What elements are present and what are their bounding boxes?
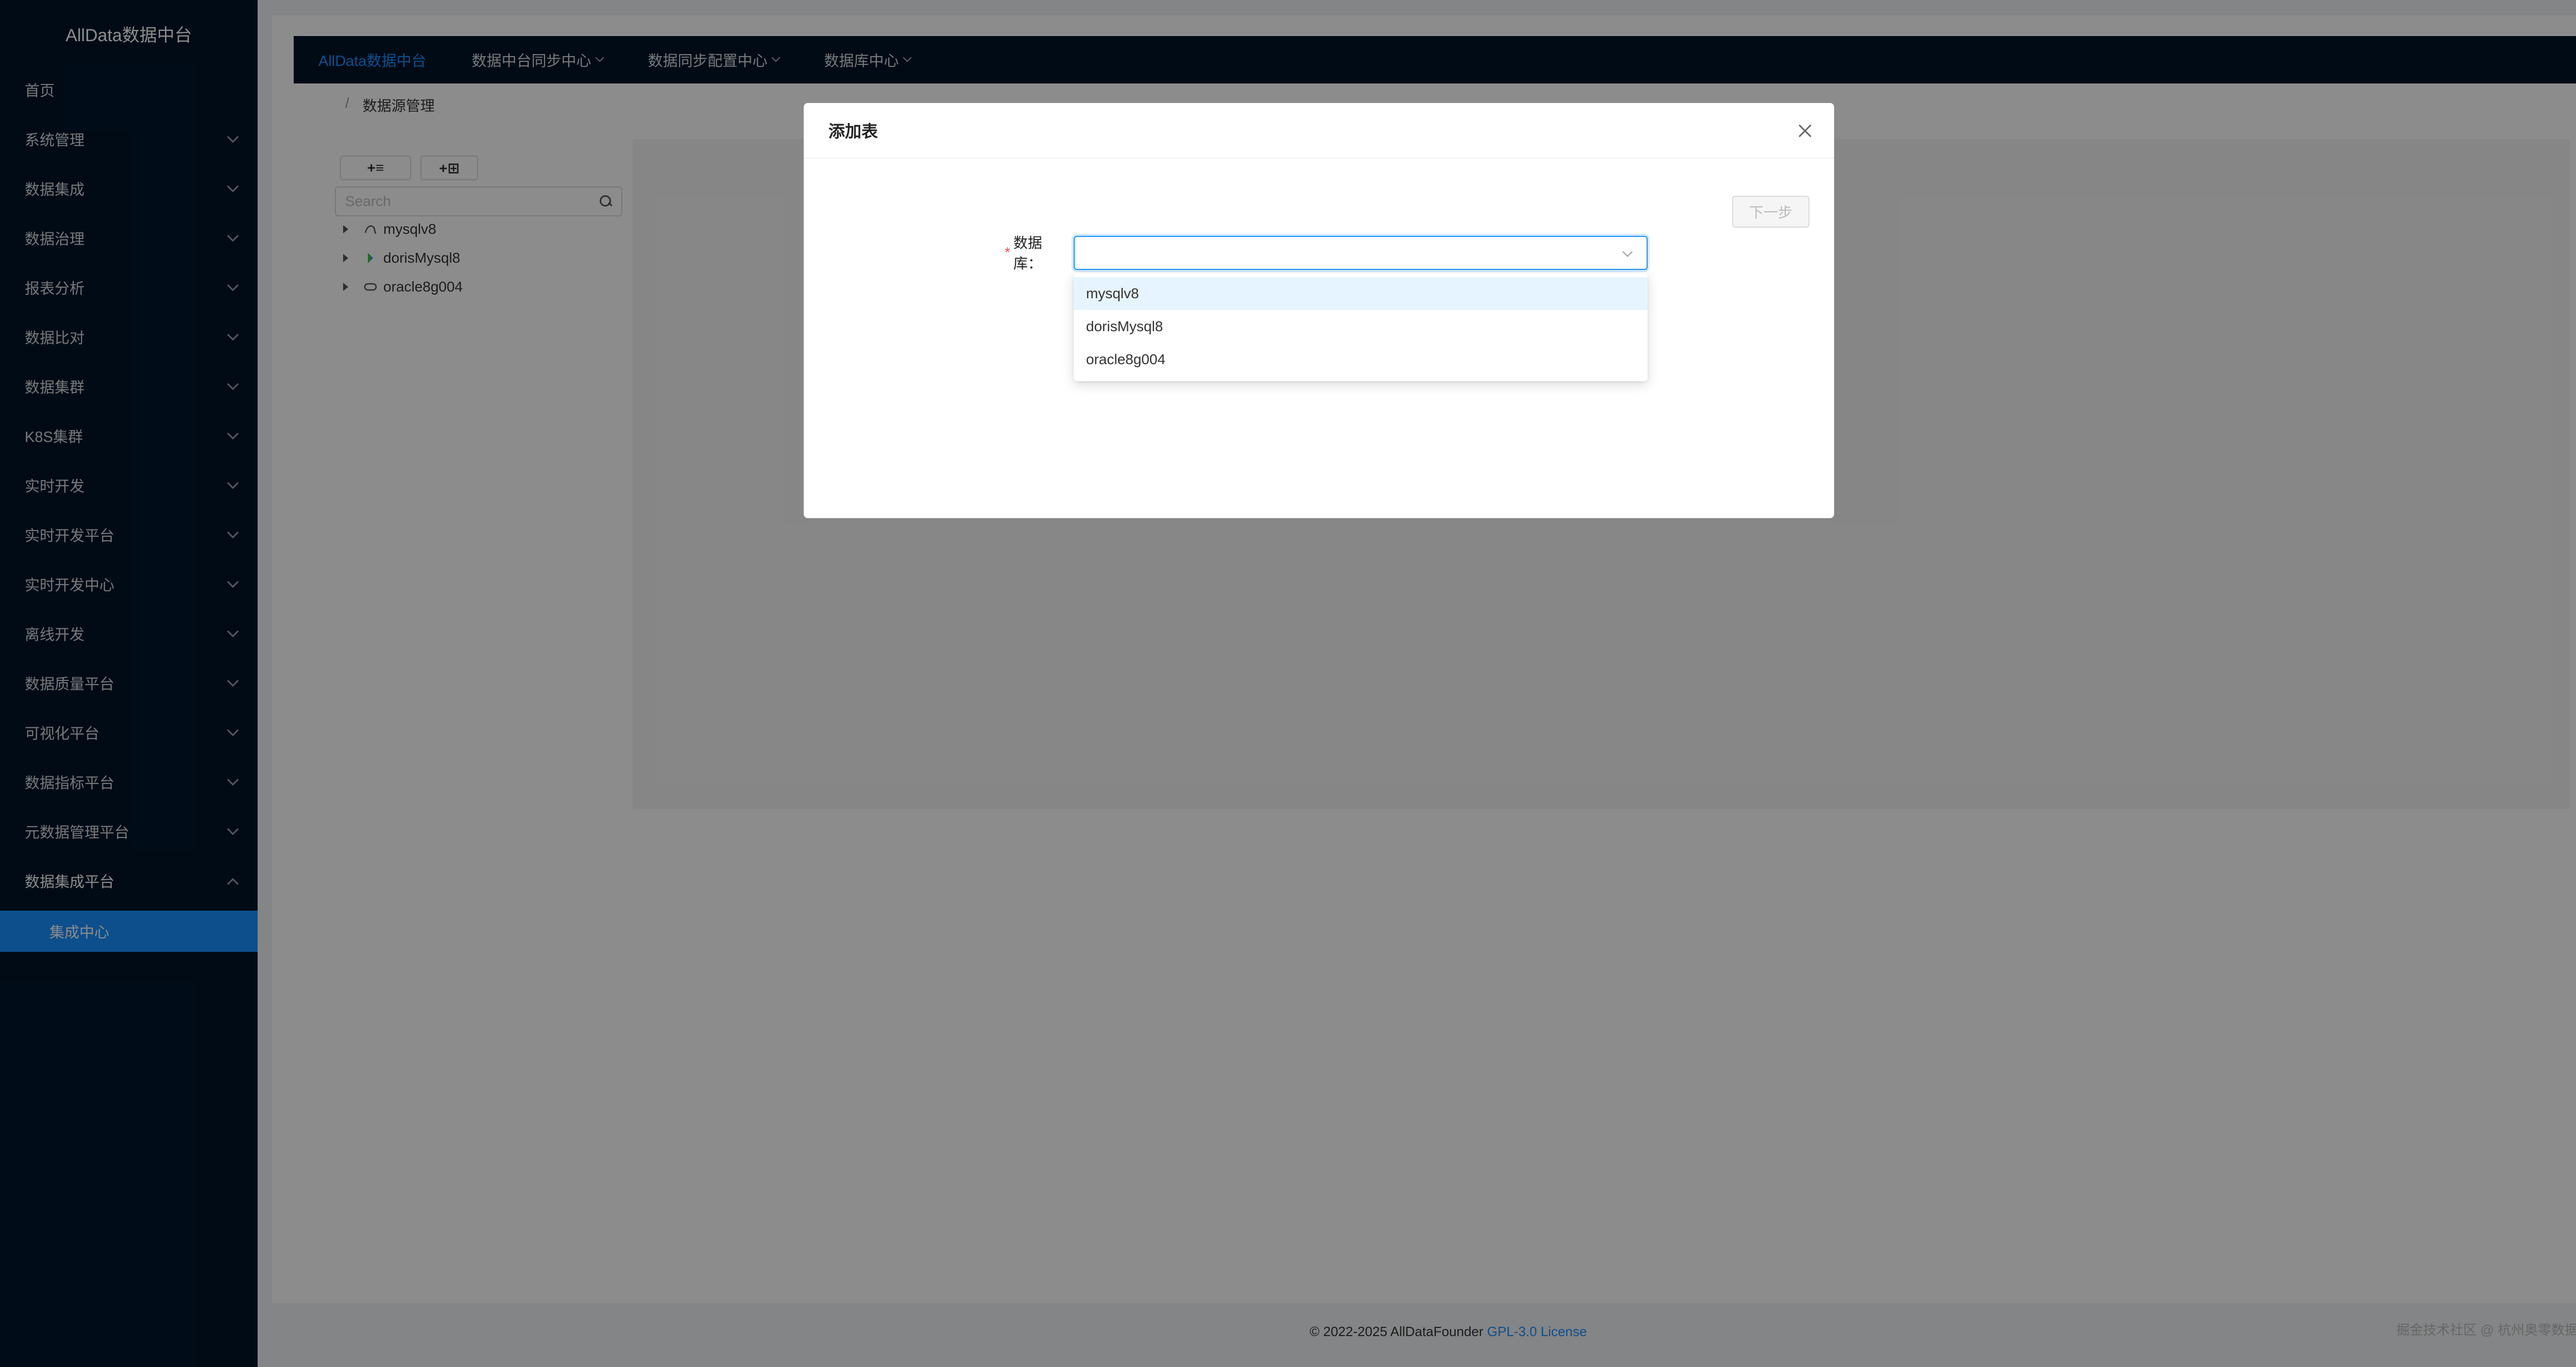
required-mark: * [1005,244,1010,260]
database-label-text: 数据库： [1013,235,1042,271]
chevron-down-icon[interactable] [1622,247,1633,257]
database-dropdown: mysqlv8 dorisMysql8 oracle8g004 [1074,273,1648,381]
database-field-label: * 数据库： [1005,235,1071,271]
database-select[interactable] [1074,236,1648,270]
modal-title: 添加表 [804,103,1834,159]
next-step-button[interactable]: 下一步 [1732,196,1809,228]
dropdown-option-oracle8g004[interactable]: oracle8g004 [1074,343,1648,376]
dropdown-option-dorismysql8[interactable]: dorisMysql8 [1074,310,1648,343]
close-icon[interactable] [1797,123,1814,139]
dropdown-option-mysqlv8[interactable]: mysqlv8 [1074,277,1648,310]
add-table-modal: 添加表 下一步 * 数据库： mysqlv8 dorisMysql8 oracl… [804,103,1834,518]
